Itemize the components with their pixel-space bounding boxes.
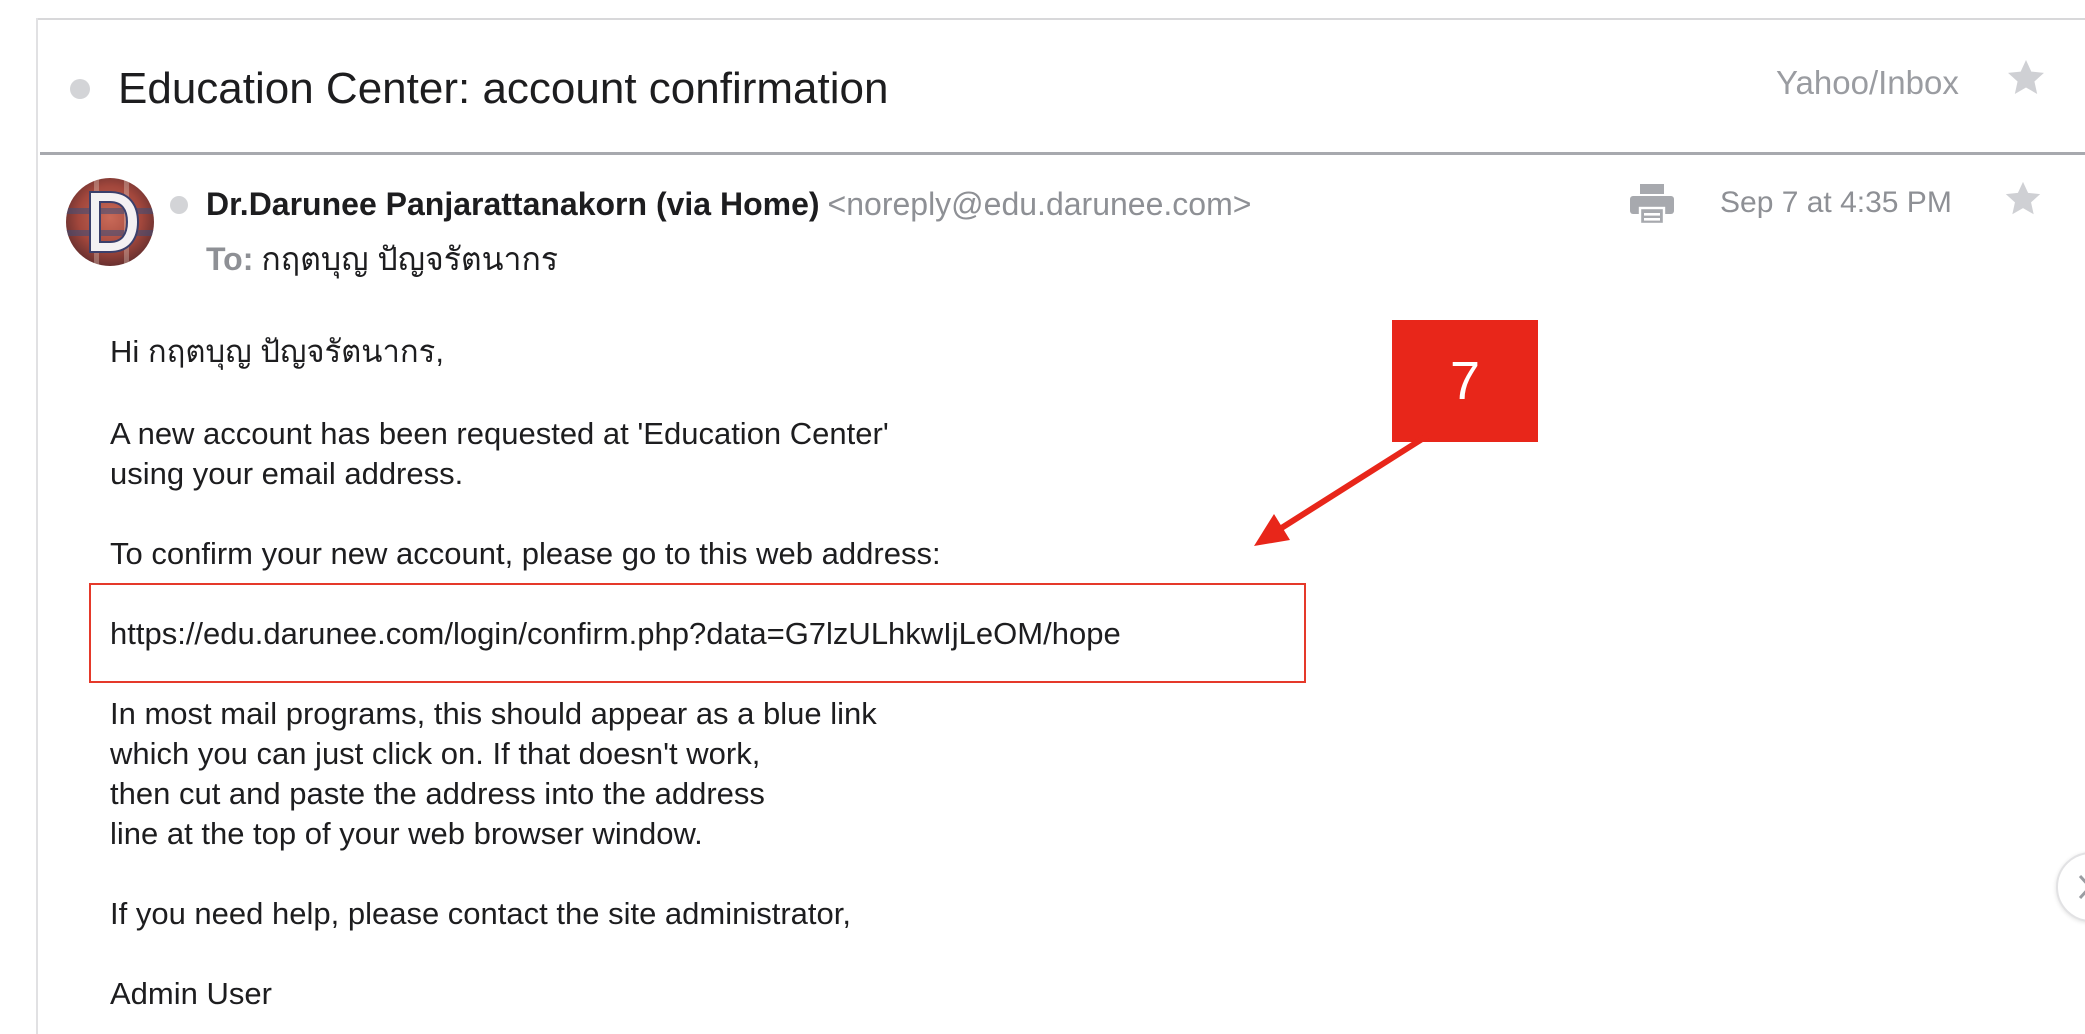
body-paragraph-3-line-4: line at the top of your web browser wind… xyxy=(110,816,703,851)
recipient-line: To: กฤตบุญ ปัญจรัตนากร xyxy=(206,234,558,285)
sender-line: Dr.Darunee Panjarattanakorn (via Home) <n… xyxy=(206,186,1251,223)
folder-label[interactable]: Yahoo/Inbox xyxy=(1776,64,1959,102)
next-message-button[interactable] xyxy=(2056,852,2085,922)
body-paragraph-3-line-3: then cut and paste the address into the … xyxy=(110,776,765,811)
unread-dot-icon[interactable] xyxy=(70,79,90,99)
annotation-arrow-icon xyxy=(1254,431,1433,546)
pane-left-border xyxy=(36,18,38,1034)
sender-email[interactable]: <noreply@edu.darunee.com> xyxy=(828,186,1252,222)
sender-name[interactable]: Dr.Darunee Panjarattanakorn (via Home) xyxy=(206,186,820,222)
body-paragraph-3-line-2: which you can just click on. If that doe… xyxy=(110,736,761,771)
email-greeting: Hi กฤตบุญ ปัญจรัตนากร, xyxy=(110,334,444,369)
sender-unread-dot-icon[interactable] xyxy=(170,196,188,214)
step-number-badge: 7 xyxy=(1392,320,1538,442)
body-paragraph-1-line-1: A new account has been requested at 'Edu… xyxy=(110,416,889,451)
avatar xyxy=(66,178,154,266)
star-icon[interactable] xyxy=(2004,56,2048,100)
link-highlight-box xyxy=(89,583,1306,683)
body-paragraph-4: If you need help, please contact the sit… xyxy=(110,896,852,931)
subject-divider xyxy=(40,152,2085,155)
recipient-name[interactable]: กฤตบุญ ปัญจรัตนากร xyxy=(261,241,558,277)
to-label: To: xyxy=(206,241,254,277)
print-icon[interactable] xyxy=(1628,182,1676,226)
body-paragraph-2: To confirm your new account, please go t… xyxy=(110,536,941,571)
message-star-icon[interactable] xyxy=(2002,178,2044,220)
body-paragraph-3-line-1: In most mail programs, this should appea… xyxy=(110,696,877,731)
chevron-right-icon xyxy=(2078,874,2085,900)
avatar-image xyxy=(66,178,154,266)
email-subject: Education Center: account confirmation xyxy=(118,64,889,113)
email-viewer: Education Center: account confirmation Y… xyxy=(0,0,2085,1034)
body-paragraph-1-line-2: using your email address. xyxy=(110,456,464,491)
email-timestamp: Sep 7 at 4:35 PM xyxy=(1720,186,1952,219)
email-signature: Admin User xyxy=(110,976,272,1011)
